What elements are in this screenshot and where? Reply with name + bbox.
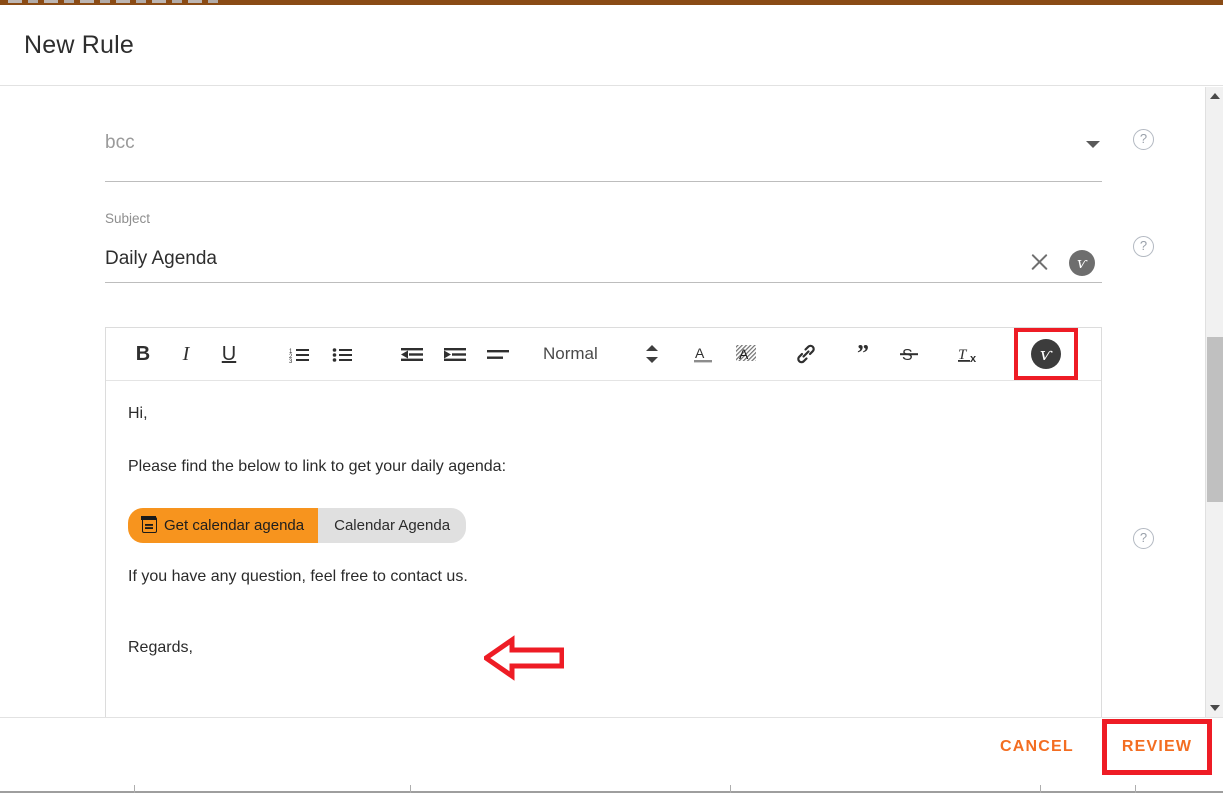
body-signoff: Regards, [128,638,193,656]
subject-field[interactable]: Subject Daily Agenda ѵ [105,205,1102,283]
agenda-token-action: Get calendar agenda [128,507,319,543]
help-icon-bcc[interactable]: ? [1133,129,1154,150]
app-chrome-tabs-sliver [8,0,218,3]
body-closing: If you have any question, feel free to c… [128,567,468,585]
body-pill-line: Get calendar agenda Calendar Agenda [128,507,1079,543]
scrollbar-thumb[interactable] [1207,337,1223,502]
clear-formatting-icon[interactable]: T x [954,335,984,373]
subject-label: Subject [105,211,151,226]
v-badge-icon: ѵ [1030,339,1061,369]
dialog-body: bcc Subject Daily Agenda ѵ ? ? ? B I U 1… [0,87,1223,718]
blockquote-icon[interactable]: ” [851,335,881,373]
stepper-icon [645,344,658,364]
chevron-down-icon[interactable] [1086,141,1100,148]
close-icon[interactable] [1028,251,1050,273]
svg-text:x: x [970,353,977,365]
link-icon[interactable] [791,335,821,373]
new-rule-dialog: New Rule bcc Subject Daily Agenda ѵ ? ? … [0,0,1223,793]
agenda-token-action-label: Get calendar agenda [164,516,305,534]
outdent-icon[interactable] [397,335,427,373]
bullet-list-icon[interactable] [327,335,357,373]
indent-icon[interactable] [440,335,470,373]
calendar-icon [141,516,157,534]
text-style-select-value: Normal [543,344,598,363]
agenda-token-pill[interactable]: Get calendar agenda Calendar Agenda [128,507,467,543]
v-badge-icon[interactable]: ѵ [1069,250,1095,276]
svg-text:S: S [902,347,913,364]
svg-text:3: 3 [289,359,293,363]
italic-button[interactable]: I [171,335,201,373]
subject-input[interactable]: Daily Agenda [105,248,217,270]
background-color-icon[interactable]: A [731,335,761,373]
background-grid-sliver [0,779,1223,793]
editor-content[interactable]: Hi, Please find the below to link to get… [106,382,1101,717]
help-icon-editor[interactable]: ? [1133,528,1154,549]
dialog-header: New Rule [0,5,1223,86]
scroll-up-arrow-icon[interactable] [1206,87,1223,105]
vertical-scrollbar[interactable] [1205,87,1223,717]
bcc-placeholder: bcc [105,132,135,153]
rich-text-editor: B I U 1 2 3 Normal A A ” S T x ѵ Hi, Ple… [105,327,1102,718]
help-icon-subject[interactable]: ? [1133,236,1154,257]
review-button-label: REVIEW [1121,738,1193,755]
text-style-select[interactable]: Normal [543,344,658,364]
body-greeting: Hi, [128,405,148,422]
ordered-list-icon[interactable]: 1 2 3 [284,335,314,373]
page-title: New Rule [24,31,134,59]
svg-text:”: ” [857,343,869,365]
review-button[interactable]: REVIEW [1102,719,1212,775]
svg-text:A: A [739,346,749,362]
body-intro: Please find the below to link to get you… [128,457,507,475]
cancel-button[interactable]: CANCEL [1000,738,1074,756]
text-color-icon[interactable]: A [688,335,718,373]
strikethrough-icon[interactable]: S [894,335,924,373]
underline-button[interactable]: U [214,335,244,373]
align-icon[interactable] [483,335,513,373]
bcc-field[interactable]: bcc [105,107,1102,182]
toolbar-variable-button[interactable]: ѵ [1013,328,1078,380]
svg-text:A: A [695,345,705,361]
bold-button[interactable]: B [128,335,158,373]
agenda-token-value: Calendar Agenda [318,507,467,543]
scroll-down-arrow-icon[interactable] [1206,699,1223,717]
editor-toolbar: B I U 1 2 3 Normal A A ” S T x ѵ [106,328,1101,381]
dialog-footer: CANCEL REVIEW [0,717,1223,779]
